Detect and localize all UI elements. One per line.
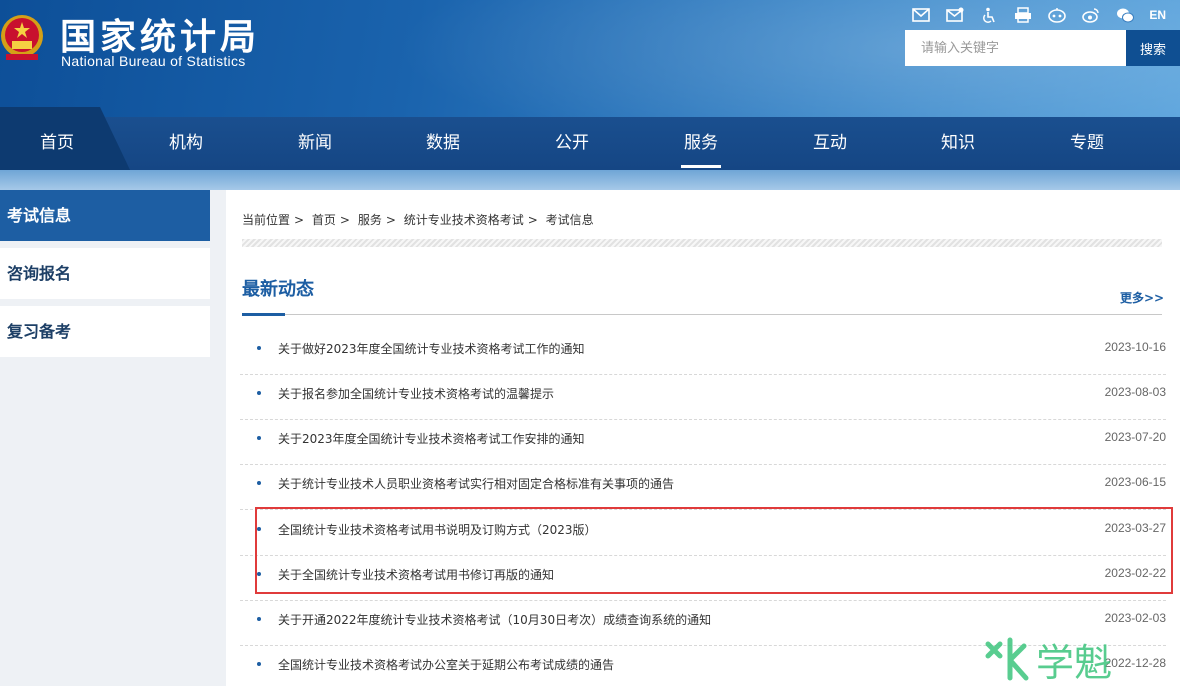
news-date: 2022-12-28 [1104, 656, 1166, 670]
breadcrumb-separator: > [339, 213, 350, 227]
sidebar-item-exam-info[interactable]: 考试信息 [0, 190, 210, 241]
news-item[interactable]: 全国统计专业技术资格考试用书说明及订购方式（2023版） 2023-03-27 [240, 511, 1166, 556]
news-title[interactable]: 关于报名参加全国统计专业技术资格考试的温馨提示 [278, 385, 554, 402]
bullet-icon [257, 481, 261, 485]
news-date: 2023-02-03 [1104, 611, 1166, 625]
nav-item-services[interactable]: 服务 [651, 117, 751, 170]
news-title[interactable]: 关于全国统计专业技术资格考试用书修订再版的通知 [278, 566, 554, 583]
news-item[interactable]: 关于全国统计专业技术资格考试用书修订再版的通知 2023-02-22 [240, 556, 1166, 601]
news-title[interactable]: 关于统计专业技术人员职业资格考试实行相对固定合格标准有关事项的通告 [278, 475, 674, 492]
bullet-icon [257, 572, 261, 576]
content-panel: 当前位置 > 首页 > 服务 > 统计专业技术资格考试 > 考试信息 最新动态 更多>>… [226, 190, 1180, 686]
breadcrumb-separator: > [385, 213, 396, 227]
mailbox-icon[interactable] [945, 6, 965, 24]
header-toolbar: EN [911, 6, 1166, 24]
weibo-icon[interactable] [1081, 6, 1101, 24]
nav-item-home[interactable]: 首页 [7, 117, 107, 170]
print-icon[interactable] [1013, 6, 1033, 24]
accessibility-icon[interactable] [979, 6, 999, 24]
breadcrumb-current[interactable]: 考试信息 [546, 213, 594, 227]
bullet-icon [257, 662, 261, 666]
bullet-icon [257, 527, 261, 531]
news-date: 2023-02-22 [1104, 566, 1166, 580]
more-link[interactable]: 更多>> [1120, 289, 1164, 306]
site-logo-english[interactable]: National Bureau of Statistics [61, 53, 246, 69]
news-item[interactable]: 全国统计专业技术资格考试办公室关于延期公布考试成绩的通告 2022-12-28 [240, 646, 1166, 686]
news-title[interactable]: 全国统计专业技术资格考试用书说明及订购方式（2023版） [278, 521, 597, 538]
news-date: 2023-06-15 [1104, 475, 1166, 489]
bullet-icon [257, 436, 261, 440]
section-divider-accent [242, 313, 285, 316]
bullet-icon [257, 391, 261, 395]
nav-item-topics[interactable]: 专题 [1037, 117, 1137, 170]
news-date: 2023-08-03 [1104, 385, 1166, 399]
breadcrumb-exam[interactable]: 统计专业技术资格考试 [404, 213, 524, 227]
robot-icon[interactable] [1047, 6, 1067, 24]
bullet-icon [257, 346, 261, 350]
news-item[interactable]: 关于开通2022年度统计专业技术资格考试（10月30日考次）成绩查询系统的通知 … [240, 601, 1166, 646]
news-item[interactable]: 关于做好2023年度全国统计专业技术资格考试工作的通知 2023-10-16 [240, 330, 1166, 375]
nav-item-knowledge[interactable]: 知识 [908, 117, 1008, 170]
wechat-icon[interactable] [1115, 6, 1135, 24]
breadcrumb-separator: > [527, 213, 538, 227]
news-title[interactable]: 关于做好2023年度全国统计专业技术资格考试工作的通知 [278, 340, 585, 357]
news-item[interactable]: 关于2023年度全国统计专业技术资格考试工作安排的通知 2023-07-20 [240, 420, 1166, 465]
breadcrumb-separator: > [294, 213, 305, 227]
news-date: 2023-07-20 [1104, 430, 1166, 444]
language-switch[interactable]: EN [1149, 8, 1166, 22]
breadcrumb-divider [242, 239, 1162, 247]
section-divider [242, 314, 1162, 315]
nav-active-indicator [681, 165, 721, 168]
sidebar-item-review-prep[interactable]: 复习备考 [0, 306, 210, 357]
news-date: 2023-03-27 [1104, 521, 1166, 535]
nav-bottom-band [0, 170, 1180, 190]
nav-item-data[interactable]: 数据 [393, 117, 493, 170]
bullet-icon [257, 617, 261, 621]
nav-item-interaction[interactable]: 互动 [780, 117, 880, 170]
search-button[interactable]: 搜索 [1126, 30, 1180, 66]
mail-icon[interactable] [911, 6, 931, 24]
news-title[interactable]: 全国统计专业技术资格考试办公室关于延期公布考试成绩的通告 [278, 656, 614, 673]
national-emblem-icon [1, 15, 43, 60]
breadcrumb: 当前位置 > 首页 > 服务 > 统计专业技术资格考试 > 考试信息 [242, 211, 598, 228]
nav-item-public[interactable]: 公开 [522, 117, 622, 170]
section-title: 最新动态 [242, 279, 314, 300]
nav-item-organization[interactable]: 机构 [136, 117, 236, 170]
news-title[interactable]: 关于2023年度全国统计专业技术资格考试工作安排的通知 [278, 430, 585, 447]
news-date: 2023-10-16 [1104, 340, 1166, 354]
sidebar-item-consult-register[interactable]: 咨询报名 [0, 248, 210, 299]
breadcrumb-services[interactable]: 服务 [358, 213, 382, 227]
breadcrumb-prefix: 当前位置 [242, 213, 291, 227]
nav-item-news[interactable]: 新闻 [265, 117, 365, 170]
breadcrumb-home[interactable]: 首页 [312, 213, 336, 227]
search-input[interactable] [905, 30, 1126, 66]
news-title[interactable]: 关于开通2022年度统计专业技术资格考试（10月30日考次）成绩查询系统的通知 [278, 611, 711, 628]
news-item[interactable]: 关于统计专业技术人员职业资格考试实行相对固定合格标准有关事项的通告 2023-0… [240, 465, 1166, 510]
news-item[interactable]: 关于报名参加全国统计专业技术资格考试的温馨提示 2023-08-03 [240, 375, 1166, 420]
